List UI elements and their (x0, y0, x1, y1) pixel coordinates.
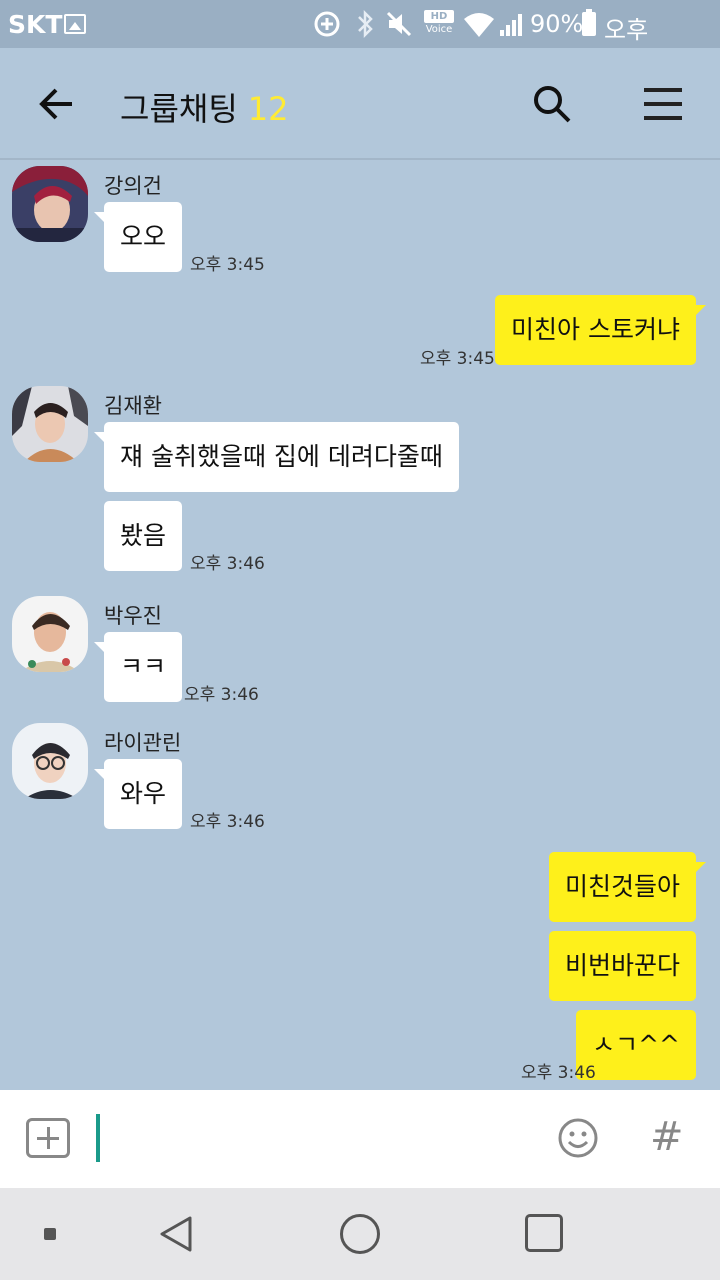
chat-title: 그룹채팅 12 (120, 84, 288, 130)
system-navigation-bar (0, 1188, 720, 1280)
gallery-notification-icon (64, 14, 86, 34)
sender-name: 강의건 (104, 174, 162, 198)
hd-voice-icon: HD Voice (424, 10, 454, 35)
battery-percent: 90% (530, 10, 584, 38)
chat-title-text: 그룹채팅 (120, 90, 238, 128)
message-bubble[interactable]: 오오 (93, 202, 183, 272)
wifi-icon (462, 8, 496, 40)
mute-icon (384, 8, 414, 40)
battery-icon (582, 9, 596, 36)
hashtag-search-button[interactable]: # (650, 1114, 684, 1160)
sender-name: 라이관린 (104, 731, 182, 755)
text-cursor (96, 1114, 100, 1162)
search-icon (534, 86, 571, 123)
message-bubble[interactable]: 봤음 (104, 501, 183, 571)
sender-name: 김재환 (104, 394, 162, 418)
status-bar: SKT HD Voice 90% 오후 12:29 (0, 0, 720, 73)
message-time: 오후 3:46 (184, 685, 259, 705)
sender-name: 박우진 (104, 604, 162, 628)
back-button[interactable] (36, 82, 80, 126)
triangle-back-icon (160, 1216, 192, 1252)
message-time: 오후 3:46 (521, 1063, 596, 1083)
signal-strength-icon (498, 14, 524, 36)
chat-message-list[interactable]: 강의건 오오 오후 3:45 미친아 스토커냐 오후 3:45 김재환 쟤 술취… (0, 162, 720, 1090)
carrier-label: SKT (8, 10, 63, 39)
message-bubble[interactable]: 미친것들아 (548, 852, 707, 922)
nav-back-button[interactable] (156, 1214, 196, 1254)
smiley-icon (558, 1118, 598, 1158)
search-button[interactable] (530, 82, 574, 126)
hamburger-icon (644, 88, 682, 92)
message-bubble[interactable]: 비번바꾼다 (548, 931, 696, 1001)
back-arrow-icon (39, 88, 72, 120)
message-input[interactable] (104, 1112, 524, 1164)
message-bubble[interactable]: 와우 (93, 759, 183, 829)
chat-header: 그룹채팅 12 (0, 48, 720, 160)
attach-plus-button[interactable] (26, 1118, 70, 1158)
message-bubble[interactable]: 미친아 스토커냐 (495, 295, 706, 365)
message-input-bar: # (0, 1090, 720, 1188)
nav-extra-button[interactable] (44, 1228, 56, 1240)
message-bubble[interactable]: 쟤 술취했을때 집에 데려다줄때 (94, 422, 459, 492)
member-count: 12 (247, 90, 289, 128)
message-time: 오후 3:45 (190, 255, 265, 275)
avatar-park[interactable] (12, 596, 88, 672)
message-time: 오후 3:45 (420, 349, 495, 369)
avatar-kang[interactable] (12, 166, 88, 242)
data-saver-icon (312, 8, 342, 40)
bluetooth-icon (354, 8, 376, 40)
avatar-lai[interactable] (12, 723, 88, 799)
avatar-kim[interactable] (12, 386, 88, 462)
message-bubble[interactable]: ㅋㅋ (93, 632, 183, 702)
message-time: 오후 3:46 (190, 812, 265, 832)
menu-button[interactable] (642, 86, 686, 122)
nav-recents-button[interactable] (525, 1214, 563, 1252)
message-time: 오후 3:46 (190, 554, 265, 574)
emoticon-button[interactable] (557, 1117, 599, 1159)
nav-home-button[interactable] (340, 1214, 380, 1254)
